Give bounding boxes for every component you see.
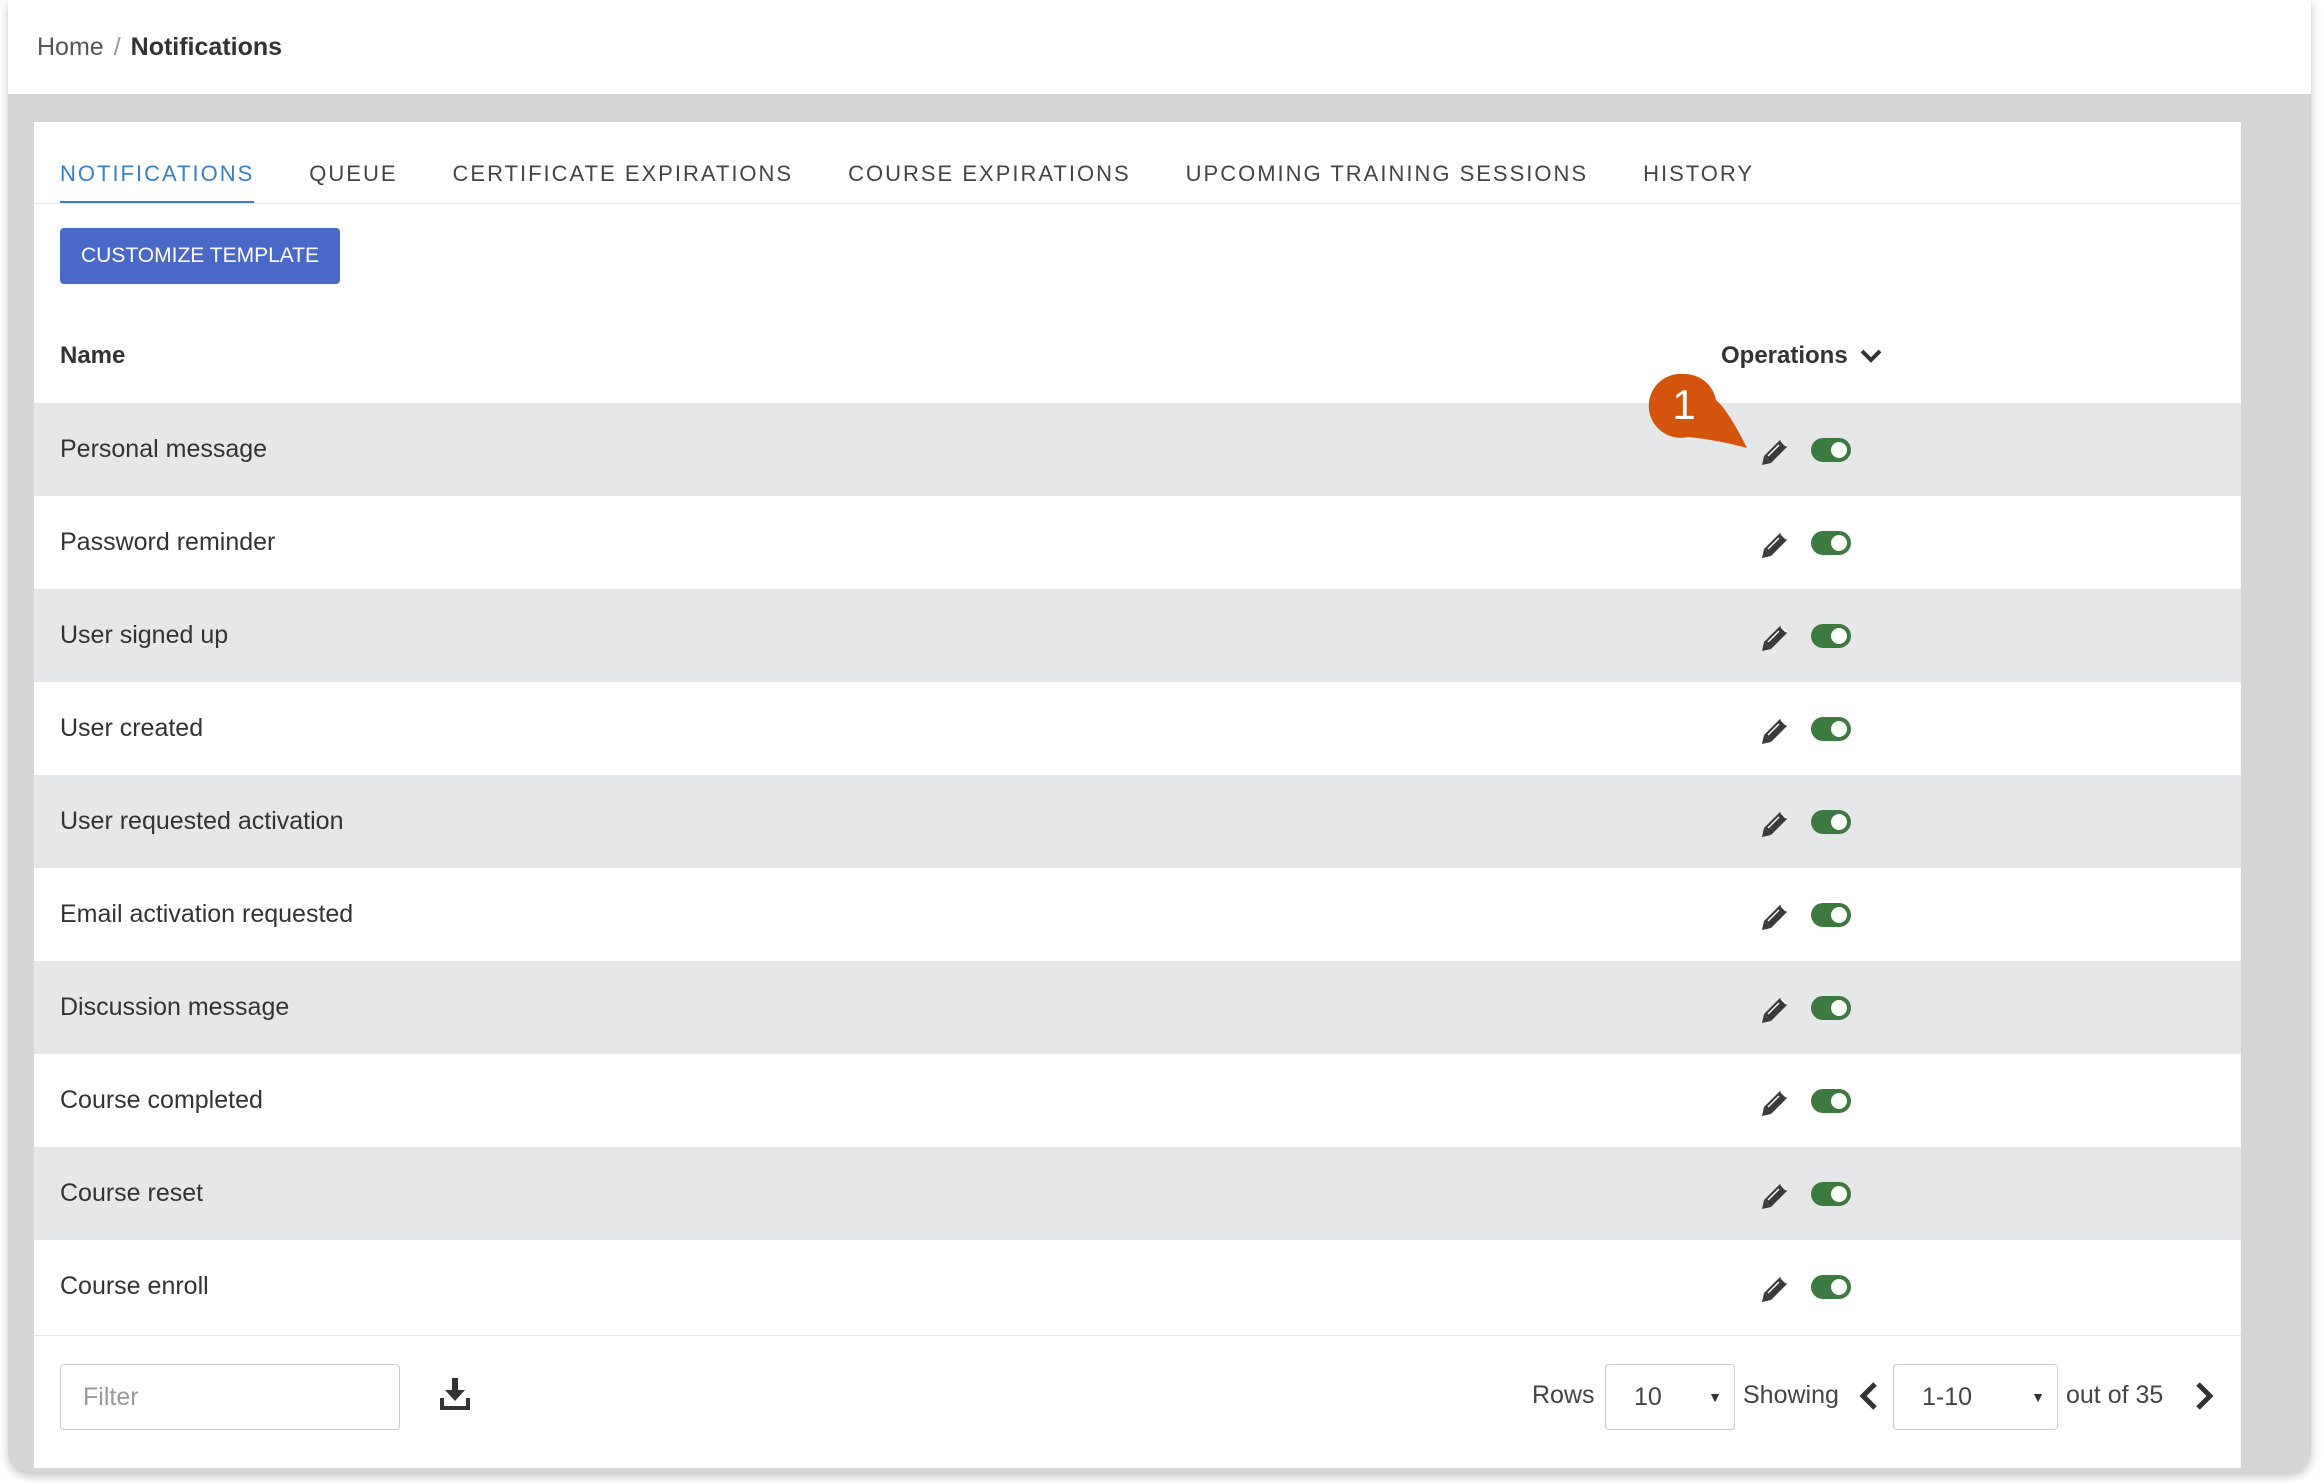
pencil-icon[interactable] [1760,530,1790,560]
rows-label: Rows [1532,1381,1595,1409]
toggle-knob [1831,442,1847,458]
column-header-name[interactable]: Name [60,342,125,370]
toggle-knob [1831,721,1847,737]
pencil-icon[interactable] [1760,902,1790,932]
notifications-panel: NOTIFICATIONS QUEUE CERTIFICATE EXPIRATI… [34,122,2241,1468]
breadcrumb: Home / Notifications [8,0,2311,95]
enable-toggle[interactable] [1811,438,1851,462]
enable-toggle[interactable] [1811,1089,1851,1113]
table-row: User signed up [34,589,2241,682]
total-count: out of 35 [2066,1381,2164,1409]
chevron-right-icon[interactable] [2192,1381,2216,1411]
tab-certificate-expirations[interactable]: CERTIFICATE EXPIRATIONS [453,161,794,203]
download-icon[interactable] [437,1376,473,1412]
table-row: Password reminder [34,496,2241,589]
notification-name: Personal message [60,435,268,463]
enable-toggle[interactable] [1811,1182,1851,1206]
enable-toggle[interactable] [1811,1275,1851,1299]
toggle-knob [1831,628,1847,644]
select-caret-icon: ▼ [1708,1389,1722,1405]
toggle-knob [1831,1186,1847,1202]
notification-name: Course completed [60,1086,263,1114]
pencil-icon[interactable] [1760,437,1790,467]
toggle-knob [1831,907,1847,923]
notification-name: User created [60,714,204,742]
breadcrumb-home[interactable]: Home [37,33,104,62]
toggle-knob [1831,1093,1847,1109]
enable-toggle[interactable] [1811,810,1851,834]
pencil-icon[interactable] [1760,623,1790,653]
tab-bar: NOTIFICATIONS QUEUE CERTIFICATE EXPIRATI… [34,122,2241,204]
chevron-down-icon [1860,349,1882,363]
table-row: Discussion message [34,961,2241,1054]
notification-name: User requested activation [60,807,344,835]
table-row: User requested activation [34,775,2241,868]
notification-name: Course reset [60,1179,204,1207]
callout-marker: 1 [1648,373,1747,448]
notification-name: User signed up [60,621,229,649]
rows-per-page-select[interactable]: 10 ▼ [1605,1364,1735,1430]
notification-name: Password reminder [60,528,276,556]
rows-per-page-value: 10 [1634,1382,1662,1411]
page-range-value: 1-10 [1922,1382,1973,1411]
enable-toggle[interactable] [1811,531,1851,555]
column-header-operations[interactable]: Operations [1721,342,1882,370]
pencil-icon[interactable] [1760,1088,1790,1118]
table-row: User created [34,682,2241,775]
tab-notifications[interactable]: NOTIFICATIONS [60,161,255,203]
chevron-left-icon[interactable] [1857,1381,1881,1411]
pencil-icon[interactable] [1760,1181,1790,1211]
notification-name: Course enroll [60,1272,209,1300]
table-row: Course enroll [34,1240,2241,1333]
enable-toggle[interactable] [1811,624,1851,648]
filter-input[interactable] [60,1364,400,1430]
tab-queue[interactable]: QUEUE [309,161,397,203]
page-range-select[interactable]: 1-10 ▼ [1893,1364,2058,1430]
toggle-knob [1831,814,1847,830]
notification-name: Discussion message [60,993,290,1021]
showing-label: Showing [1743,1381,1839,1409]
pencil-icon[interactable] [1760,809,1790,839]
tab-upcoming-training-sessions[interactable]: UPCOMING TRAINING SESSIONS [1186,161,1588,203]
table-row: Personal message [34,403,2241,496]
table-header: Name Operations [34,334,2241,384]
enable-toggle[interactable] [1811,996,1851,1020]
notification-name: Email activation requested [60,900,354,928]
app-window: Home / Notifications NOTIFICATIONS QUEUE… [8,0,2311,1472]
breadcrumb-separator: / [113,32,121,61]
notifications-table-body: Personal message Password reminder User si… [34,403,2241,1333]
pencil-icon[interactable] [1760,716,1790,746]
callout-number: 1 [1672,381,1695,428]
table-row: Email activation requested [34,868,2241,961]
breadcrumb-current: Notifications [130,32,283,61]
operations-header-label: Operations [1721,342,1848,369]
table-row: Course reset [34,1147,2241,1240]
customize-template-button[interactable]: CUSTOMIZE TEMPLATE [60,228,341,284]
toggle-knob [1831,535,1847,551]
pencil-icon[interactable] [1760,1274,1790,1304]
table-footer: Rows 10 ▼ Showing 1-10 ▼ out of 35 [34,1335,2241,1468]
tab-course-expirations[interactable]: COURSE EXPIRATIONS [848,161,1131,203]
pencil-icon[interactable] [1760,995,1790,1025]
table-row: Course completed [34,1054,2241,1147]
select-caret-icon: ▼ [2031,1389,2045,1405]
enable-toggle[interactable] [1811,717,1851,741]
toggle-knob [1831,1279,1847,1295]
enable-toggle[interactable] [1811,903,1851,927]
toggle-knob [1831,1000,1847,1016]
tab-history[interactable]: HISTORY [1643,161,1754,203]
